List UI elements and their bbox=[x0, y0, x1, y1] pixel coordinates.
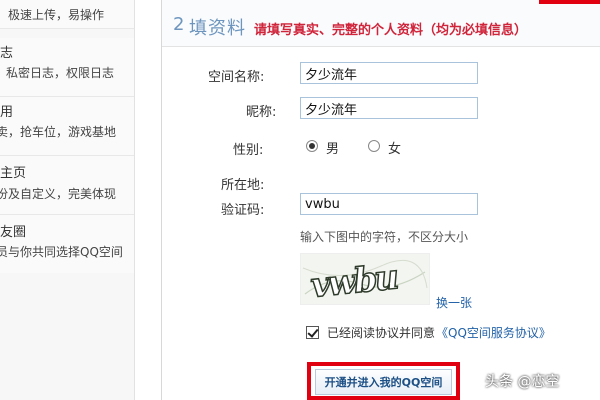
sidebar-item-desc: ，极速上传，易操作 bbox=[0, 8, 105, 22]
submit-highlight-box: 开通并进入我的QQ空间 bbox=[307, 362, 460, 400]
nickname-input[interactable] bbox=[300, 97, 478, 119]
nickname-label: 昵称: bbox=[246, 105, 277, 120]
sidebar-item-desc: 卖，抢车位，游戏基地 bbox=[0, 125, 117, 139]
space-name-label: 空间名称: bbox=[208, 70, 265, 85]
sidebar-item-title: 志 bbox=[0, 46, 14, 61]
step-number: 2 bbox=[173, 14, 185, 35]
sidebar-item-title: 友圈 bbox=[0, 225, 27, 240]
service-agreement-link[interactable]: 《QQ空间服务协议》 bbox=[436, 324, 551, 341]
sidebar-item-apps[interactable]: 用 卖，抢车位，游戏基地 bbox=[0, 97, 134, 156]
gender-male-radio[interactable] bbox=[306, 140, 318, 152]
step-title: 填资料 bbox=[189, 18, 246, 39]
gutter bbox=[135, 0, 161, 400]
captcha-image: vwbu bbox=[300, 253, 430, 307]
agreement-text: 已经阅读协议并同意 bbox=[327, 326, 436, 340]
captcha-hint: 输入下图中的字符，不区分大小 bbox=[300, 230, 469, 244]
gender-label: 性别: bbox=[233, 143, 264, 158]
sidebar: ，极速上传，易操作 志 私密日志，权限日志 用 卖，抢车位，游戏基地 主页 份及… bbox=[0, 0, 135, 400]
gender-female-radio[interactable] bbox=[368, 140, 380, 152]
gender-female-label[interactable]: 女 bbox=[388, 138, 401, 157]
sidebar-item-blog[interactable]: 志 私密日志，权限日志 bbox=[0, 38, 134, 97]
captcha-input[interactable] bbox=[300, 193, 478, 215]
sidebar-item-friends[interactable]: 友圈 员与你共同选择QQ空间 bbox=[0, 215, 134, 273]
agreement-checkbox[interactable] bbox=[306, 326, 319, 339]
sidebar-item-desc: 私密日志，权限日志 bbox=[6, 66, 115, 80]
captcha-image-graphic: vwbu bbox=[301, 254, 429, 307]
captcha-image-text: vwbu bbox=[309, 257, 400, 304]
open-space-button[interactable]: 开通并进入我的QQ空间 bbox=[315, 369, 452, 395]
location-label: 所在地: bbox=[221, 178, 265, 193]
sidebar-item-homepage[interactable]: 主页 份及自定义，完美体现 bbox=[0, 156, 134, 215]
highlight-marker bbox=[539, 0, 600, 4]
sidebar-item-title: 主页 bbox=[0, 166, 27, 181]
space-name-input[interactable] bbox=[300, 62, 478, 84]
watermark: 头条 @恋空 bbox=[485, 374, 560, 390]
sidebar-item-desc: 员与你共同选择QQ空间 bbox=[0, 245, 123, 259]
step-header: 2 填资料 请填写真实、完整的个人资料（均为必填信息） bbox=[162, 0, 600, 47]
gender-male-label[interactable]: 男 bbox=[326, 138, 339, 157]
sidebar-item-desc: 份及自定义，完美体现 bbox=[0, 187, 117, 201]
sidebar-item-photos[interactable]: ，极速上传，易操作 bbox=[0, 0, 134, 29]
refresh-captcha-link[interactable]: 换一张 bbox=[436, 294, 472, 311]
sidebar-item-title: 用 bbox=[0, 105, 14, 120]
required-note: 请填写真实、完整的个人资料（均为必填信息） bbox=[254, 23, 528, 38]
captcha-label: 验证码: bbox=[221, 203, 265, 218]
